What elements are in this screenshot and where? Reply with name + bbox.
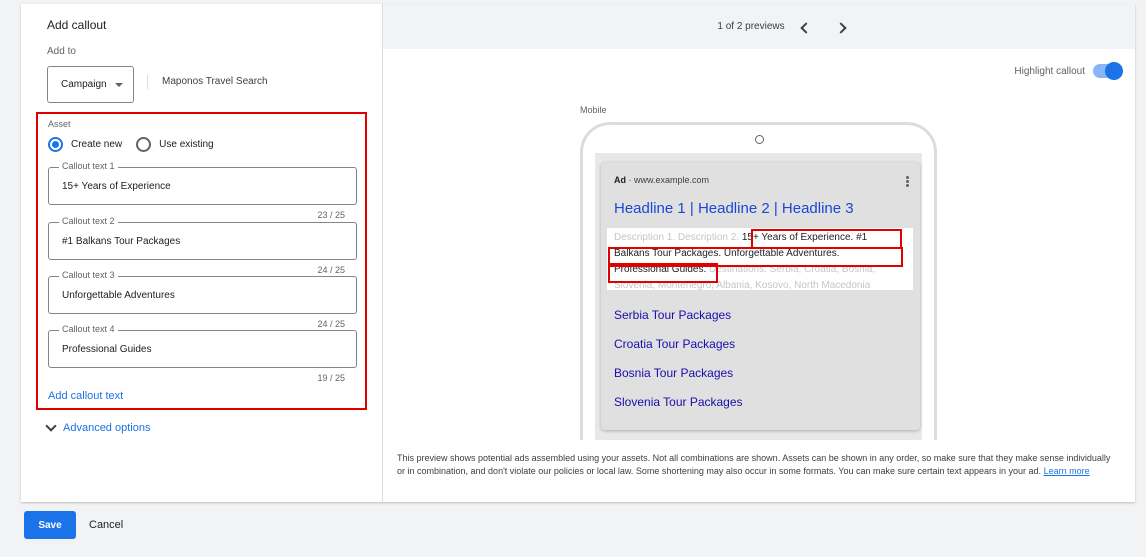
callout-text-1-value[interactable]: 15+ Years of Experience [62, 181, 171, 192]
callout-text-3-field[interactable]: Callout text 3 Unforgettable Adventures [48, 270, 357, 314]
add-to-label: Add to [47, 46, 76, 57]
create-new-label[interactable]: Create new [71, 139, 122, 150]
ad-badge: Ad [614, 175, 626, 185]
sitelink[interactable]: Slovenia Tour Packages [614, 395, 743, 409]
preview-disclaimer-text: This preview shows potential ads assembl… [397, 453, 1111, 476]
callout-text-1-label: Callout text 1 [59, 161, 118, 171]
callout-text-2-field[interactable]: Callout text 2 #1 Balkans Tour Packages [48, 216, 357, 260]
advanced-options-toggle[interactable]: Advanced options [45, 420, 151, 434]
mobile-label: Mobile [580, 105, 607, 115]
preview-page-indicator: 1 of 2 previews [717, 21, 785, 32]
callout-text-3-count: 24 / 25 [317, 319, 345, 329]
callout-text-3-value[interactable]: Unforgettable Adventures [62, 290, 175, 301]
ad-preview-pane: 1 of 2 previews Highlight callout Mobile… [383, 4, 1135, 502]
use-existing-label[interactable]: Use existing [159, 139, 213, 150]
asset-section-highlight: Asset Create new Use existing Callout te… [36, 112, 367, 410]
sitelink[interactable]: Croatia Tour Packages [614, 337, 735, 351]
create-new-radio[interactable] [48, 137, 63, 152]
highlight-callout-toggle[interactable] [1093, 62, 1123, 80]
asset-source-radio-group: Create new Use existing [48, 137, 214, 152]
form-title: Add callout [47, 18, 107, 32]
sitelink[interactable]: Serbia Tour Packages [614, 308, 731, 322]
use-existing-radio[interactable] [136, 137, 152, 152]
save-button[interactable]: Save [24, 511, 76, 539]
chevron-down-icon [45, 420, 57, 432]
more-vert-icon[interactable] [906, 176, 909, 187]
mobile-phone-frame: Ad · www.example.com Headline 1 | Headli… [580, 122, 937, 440]
campaign-name: Maponos Travel Search [147, 75, 268, 89]
preview-pager: 1 of 2 previews [383, 4, 1135, 49]
ad-card: Ad · www.example.com Headline 1 | Headli… [601, 162, 920, 430]
callout-form: Add callout Add to Campaign Maponos Trav… [21, 4, 383, 502]
phone-screen: Ad · www.example.com Headline 1 | Headli… [595, 153, 922, 440]
highlight-callout-label: Highlight callout [1014, 65, 1085, 77]
callout-text-1-count: 23 / 25 [317, 210, 345, 220]
callout-editor-panel: Add callout Add to Campaign Maponos Trav… [21, 4, 1135, 502]
callout-text-2-label: Callout text 2 [59, 216, 118, 226]
callout-text-4-count: 19 / 25 [317, 373, 345, 383]
callout-highlight-box-1 [751, 229, 902, 249]
preview-disclaimer: This preview shows potential ads assembl… [397, 452, 1117, 478]
phone-camera-icon [755, 135, 764, 144]
chevron-left-icon[interactable] [799, 22, 809, 32]
add-callout-text-link[interactable]: Add callout text [48, 390, 123, 402]
callout-text-3-label: Callout text 3 [59, 270, 118, 280]
highlight-callout-control: Highlight callout [1014, 62, 1123, 80]
callout-text-2-count: 24 / 25 [317, 265, 345, 275]
campaign-level-dropdown[interactable]: Campaign [47, 66, 134, 103]
ad-display-url: · www.example.com [628, 175, 710, 185]
learn-more-link[interactable]: Learn more [1044, 466, 1090, 476]
chevron-right-icon[interactable] [837, 22, 847, 32]
callout-text-4-field[interactable]: Callout text 4 Professional Guides [48, 324, 357, 368]
ad-url-line: Ad · www.example.com [614, 175, 709, 185]
callout-highlight-box-3 [608, 263, 718, 283]
ad-headline[interactable]: Headline 1 | Headline 2 | Headline 3 [614, 200, 854, 217]
advanced-options-label: Advanced options [63, 422, 151, 434]
cancel-button[interactable]: Cancel [89, 519, 123, 531]
callout-text-4-label: Callout text 4 [59, 324, 118, 334]
callout-text-2-value[interactable]: #1 Balkans Tour Packages [62, 236, 180, 247]
ad-description-base: Description 1. Description 2. [614, 232, 742, 243]
campaign-dropdown-label: Campaign [61, 79, 107, 90]
caret-down-icon [114, 82, 123, 87]
callout-text-1-field[interactable]: Callout text 1 15+ Years of Experience [48, 161, 357, 205]
asset-label: Asset [48, 119, 71, 129]
callout-text-4-value[interactable]: Professional Guides [62, 344, 152, 355]
sitelink[interactable]: Bosnia Tour Packages [614, 366, 733, 380]
